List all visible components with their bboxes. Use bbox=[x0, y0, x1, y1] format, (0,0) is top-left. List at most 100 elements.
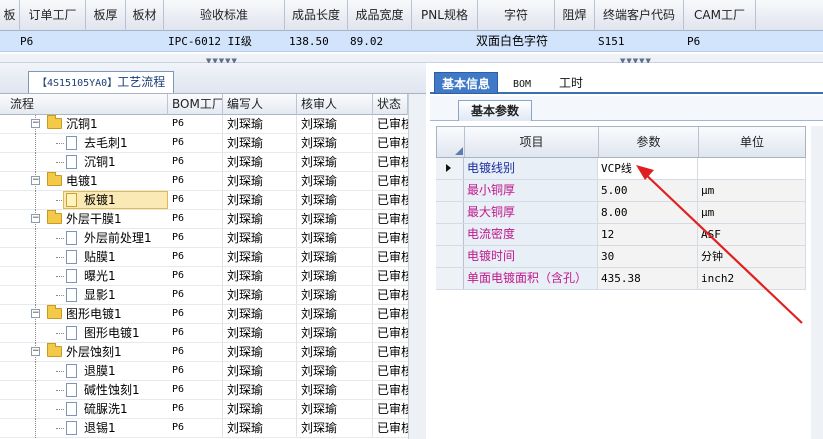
cell-writer: 刘琛瑜 bbox=[223, 324, 297, 342]
cell-customer-code: S151 bbox=[598, 35, 625, 48]
tab-basic-params[interactable]: 基本参数 bbox=[458, 100, 533, 121]
tree-node-label: 图形电镀1 bbox=[66, 307, 122, 321]
param-row[interactable]: 电镀时间 30 分钟 bbox=[436, 246, 806, 268]
cell-writer: 刘琛瑜 bbox=[223, 267, 297, 285]
table-row[interactable]: 显影1 P6 刘琛瑜 刘琛瑜 已审核 bbox=[0, 286, 408, 305]
param-row[interactable]: 电镀线别 VCP线 bbox=[436, 158, 806, 180]
collapse-icon[interactable]: − bbox=[31, 214, 40, 223]
cell-status: 已审核 bbox=[377, 269, 408, 283]
detail-scrollbar[interactable] bbox=[811, 126, 823, 439]
tree-line bbox=[35, 324, 36, 343]
process-scrollbar[interactable] bbox=[408, 94, 426, 439]
table-row[interactable]: 退锡1 P6 刘琛瑜 刘琛瑜 已审核 bbox=[0, 419, 408, 438]
param-row[interactable]: 最小铜厚 5.00 μm bbox=[436, 180, 806, 202]
cell-reviewer: 刘琛瑜 bbox=[297, 210, 373, 228]
tab-process-title: 工艺流程 bbox=[117, 75, 166, 89]
param-unit[interactable]: ASF bbox=[698, 224, 806, 245]
tab-work-hours[interactable]: 工时 bbox=[552, 72, 590, 94]
tree-node-label: 外层干膜1 bbox=[66, 212, 122, 226]
param-value[interactable]: 5.00 bbox=[598, 180, 698, 201]
param-unit[interactable]: inch2 bbox=[698, 268, 806, 289]
param-row[interactable]: 电流密度 12 ASF bbox=[436, 224, 806, 246]
col-header-solder-mask[interactable]: 阻焊 bbox=[555, 0, 595, 31]
splitter-horizontal[interactable]: ▼▼▼▼▼ ▼▼▼▼▼ bbox=[0, 54, 823, 65]
param-value[interactable]: VCP线 bbox=[598, 158, 698, 179]
col-header-customer-code[interactable]: 终端客户代码 bbox=[595, 0, 684, 31]
table-row[interactable]: − 外层干膜1 P6 刘琛瑜 刘琛瑜 已审核 bbox=[0, 210, 408, 229]
param-row[interactable]: 单面电镀面积（含孔） 435.38 inch2 bbox=[436, 268, 806, 290]
col-header-legend[interactable]: 字符 bbox=[478, 0, 555, 31]
tab-bom[interactable]: BOM bbox=[506, 72, 538, 94]
col-header-width[interactable]: 成品宽度 bbox=[348, 0, 412, 31]
collapse-icon[interactable]: − bbox=[31, 309, 40, 318]
param-unit[interactable]: μm bbox=[698, 202, 806, 223]
row-indicator[interactable] bbox=[436, 180, 464, 201]
tab-basic-info[interactable]: 基本信息 bbox=[434, 72, 499, 94]
row-indicator[interactable] bbox=[436, 268, 464, 289]
table-row[interactable]: 贴膜1 P6 刘琛瑜 刘琛瑜 已审核 bbox=[0, 248, 408, 267]
row-indicator[interactable] bbox=[436, 246, 464, 267]
collapse-icon[interactable]: − bbox=[31, 176, 40, 185]
col-header-thickness[interactable]: 板厚 bbox=[86, 0, 126, 31]
col-header-material[interactable]: 板材 bbox=[126, 0, 164, 31]
table-row[interactable]: 碱性蚀刻1 P6 刘琛瑜 刘琛瑜 已审核 bbox=[0, 381, 408, 400]
param-name: 单面电镀面积（含孔） bbox=[464, 268, 598, 289]
col-header-bom-factory[interactable]: BOM工厂 bbox=[168, 94, 223, 115]
col-header-item[interactable]: 项目 bbox=[465, 127, 599, 157]
table-row[interactable]: 图形电镀1 P6 刘琛瑜 刘琛瑜 已审核 bbox=[0, 324, 408, 343]
param-row[interactable]: 最大铜厚 8.00 μm bbox=[436, 202, 806, 224]
col-header-length[interactable]: 成品长度 bbox=[285, 0, 348, 31]
table-row[interactable]: 硫脲洗1 P6 刘琛瑜 刘琛瑜 已审核 bbox=[0, 400, 408, 419]
order-grid-row[interactable]: P6 IPC-6012 II级 138.50 89.02 双面白色字符 S151… bbox=[0, 31, 823, 52]
param-value[interactable]: 8.00 bbox=[598, 202, 698, 223]
param-value[interactable]: 30 bbox=[598, 246, 698, 267]
row-indicator[interactable] bbox=[436, 224, 464, 245]
cell-writer: 刘琛瑜 bbox=[223, 191, 297, 209]
col-header-writer[interactable]: 编写人 bbox=[223, 94, 297, 115]
table-row[interactable]: 曝光1 P6 刘琛瑜 刘琛瑜 已审核 bbox=[0, 267, 408, 286]
cell-bom-factory: P6 bbox=[168, 248, 223, 266]
document-icon bbox=[66, 136, 77, 150]
cell-cam-factory: P6 bbox=[687, 35, 701, 48]
tab-process-flow[interactable]: 【4S15105YA0】工艺流程 bbox=[28, 71, 175, 93]
row-indicator[interactable] bbox=[436, 202, 464, 223]
cell-reviewer: 刘琛瑜 bbox=[297, 115, 373, 133]
param-unit[interactable]: μm bbox=[698, 180, 806, 201]
tree-line bbox=[35, 419, 36, 438]
col-header-order-factory[interactable]: 订单工厂 bbox=[20, 0, 86, 31]
col-header-pnl-spec[interactable]: PNL规格 bbox=[412, 0, 478, 31]
table-row[interactable]: 去毛刺1 P6 刘琛瑜 刘琛瑜 已审核 bbox=[0, 134, 408, 153]
table-row[interactable]: − 图形电镀1 P6 刘琛瑜 刘琛瑜 已审核 bbox=[0, 305, 408, 324]
cell-writer: 刘琛瑜 bbox=[223, 172, 297, 190]
col-header-reviewer[interactable]: 核审人 bbox=[297, 94, 373, 115]
param-value[interactable]: 435.38 bbox=[598, 268, 698, 289]
collapse-icon[interactable]: − bbox=[31, 347, 40, 356]
table-row[interactable]: 板镀1 P6 刘琛瑜 刘琛瑜 已审核 bbox=[0, 191, 408, 210]
cell-writer: 刘琛瑜 bbox=[223, 381, 297, 399]
param-name: 电镀线别 bbox=[464, 158, 598, 179]
table-row[interactable]: − 沉铜1 P6 刘琛瑜 刘琛瑜 已审核 bbox=[0, 115, 408, 134]
col-header-acceptance[interactable]: 验收标准 bbox=[164, 0, 285, 31]
table-row[interactable]: 沉铜1 P6 刘琛瑜 刘琛瑜 已审核 bbox=[0, 153, 408, 172]
table-row[interactable]: − 电镀1 P6 刘琛瑜 刘琛瑜 已审核 bbox=[0, 172, 408, 191]
col-header-cam-factory[interactable]: CAM工厂 bbox=[684, 0, 756, 31]
process-grid-header: 流程 BOM工厂 编写人 核审人 状态 bbox=[0, 94, 426, 115]
col-header-param[interactable]: 参数 bbox=[599, 127, 699, 157]
col-header-board[interactable]: 板 bbox=[0, 0, 20, 31]
row-indicator[interactable] bbox=[436, 158, 464, 179]
param-value[interactable]: 12 bbox=[598, 224, 698, 245]
col-header-flow[interactable]: 流程 bbox=[0, 94, 168, 115]
collapse-icon[interactable]: − bbox=[31, 119, 40, 128]
param-unit[interactable]: 分钟 bbox=[698, 246, 806, 267]
cell-status: 已审核 bbox=[377, 174, 408, 188]
tab-process-code: 【4S15105YA0】 bbox=[37, 78, 118, 89]
table-row[interactable]: 外层前处理1 P6 刘琛瑜 刘琛瑜 已审核 bbox=[0, 229, 408, 248]
col-header-status[interactable]: 状态 bbox=[373, 94, 408, 115]
table-row[interactable]: 退膜1 P6 刘琛瑜 刘琛瑜 已审核 bbox=[0, 362, 408, 381]
tree-node-label: 外层前处理1 bbox=[84, 231, 152, 245]
tree-node-label: 退膜1 bbox=[84, 364, 116, 378]
param-unit[interactable] bbox=[698, 158, 806, 179]
table-row[interactable]: − 外层蚀刻1 P6 刘琛瑜 刘琛瑜 已审核 bbox=[0, 343, 408, 362]
tree-node-label: 图形电镀1 bbox=[84, 326, 140, 340]
col-header-unit[interactable]: 单位 bbox=[699, 127, 805, 157]
